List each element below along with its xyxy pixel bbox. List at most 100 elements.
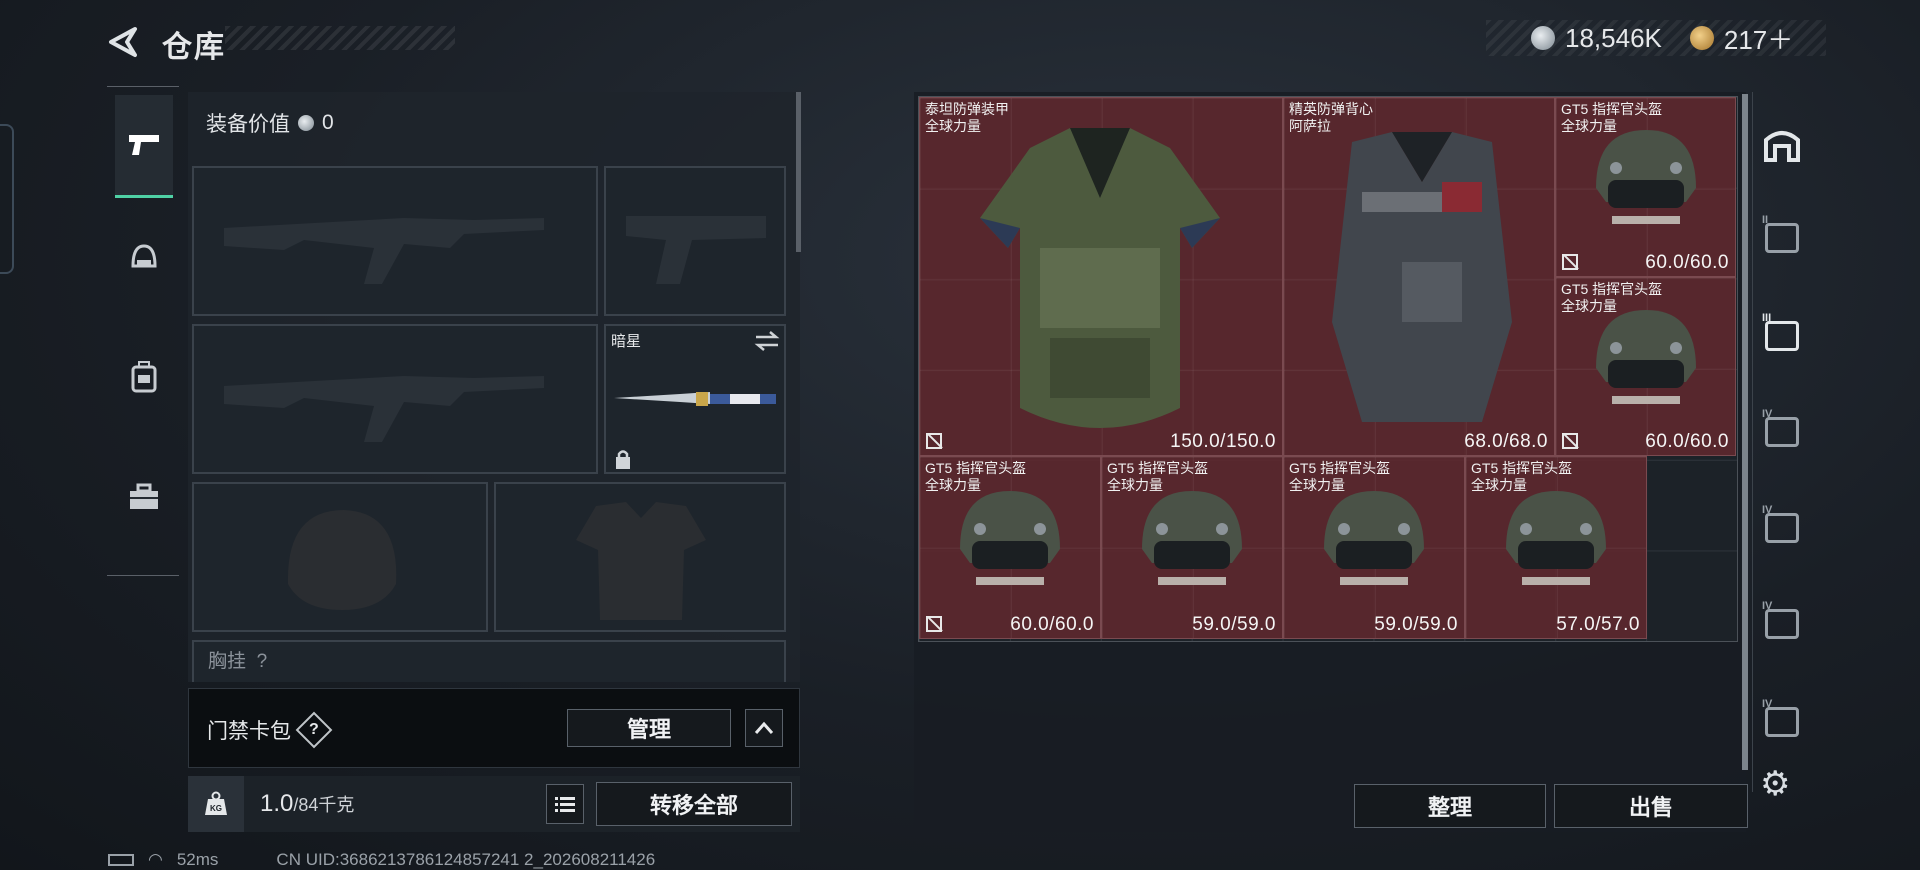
wifi-icon: ◠ [148,850,163,869]
chest-rig-slot[interactable]: 胸挂 ? [192,640,786,682]
storage-box-icon: III [1762,312,1799,351]
tab-helmets[interactable] [115,207,173,307]
silver-coin-icon [1531,26,1555,50]
item-durability: 59.0/59.0 [1192,614,1276,635]
helmet-silhouette-icon [287,510,397,610]
weight-bar: KG 1.0/84千克 转移全部 [188,776,800,832]
storage-box-icon: IV [1762,504,1799,543]
no-repair-icon [1562,254,1578,270]
item-name: GT5 指挥官头盔 全球力量 [1561,281,1663,314]
chevron-up-icon [754,721,774,734]
tactical-vest-icon [1332,132,1512,422]
tab-weapons[interactable] [115,95,173,198]
storage-item-gt5-helmet[interactable]: GT5 指挥官头盔 全球力量 59.0/59.0 [1101,456,1283,639]
item-name: GT5 指挥官头盔 全球力量 [1561,101,1663,134]
melee-slot[interactable]: 暗星 [604,324,786,474]
collapse-button[interactable] [745,709,783,747]
warehouse-icon [1764,131,1800,162]
item-durability: 60.0/60.0 [1645,431,1729,452]
helmet-icon [1596,130,1696,224]
storage-box-icon: IV [1762,600,1799,639]
helmet-icon [131,244,157,268]
secondary-weapon-slot[interactable] [604,166,786,316]
currency-bar: 18,546K 217＋ [1486,20,1826,56]
list-view-button[interactable] [546,784,584,824]
swap-icon[interactable] [754,330,780,352]
lock-icon [616,450,630,469]
storage-tab-3[interactable]: III [1760,312,1804,358]
storage-tab-5[interactable]: IV [1760,504,1804,550]
left-edge-handle [0,124,14,274]
item-durability: 59.0/59.0 [1374,614,1458,635]
list-icon [555,797,575,812]
pistol-icon [129,135,159,155]
knife-icon [614,392,776,406]
tab-toolbox[interactable] [115,447,173,547]
storage-scrollbar[interactable] [1742,94,1748,770]
silver-coin-icon [298,115,314,131]
storage-tab-7[interactable]: IV [1760,698,1804,744]
helmet-icon [1596,310,1696,404]
manage-button[interactable]: 管理 [567,709,731,747]
armor-vest-icon [980,128,1220,428]
storage-tab-6[interactable]: IV [1760,600,1804,646]
storage-item-titan-armor[interactable]: 泰坦防弹装甲 全球力量 150.0/150.0 [919,97,1283,456]
rifle-silhouette-icon [224,218,544,284]
tab-backpacks[interactable] [115,327,173,427]
storage-item-gt5-helmet[interactable]: GT5 指挥官头盔 全球力量 59.0/59.0 [1283,456,1465,639]
item-name: 精英防弹背心 阿萨拉 [1289,101,1373,134]
storage-item-gt5-helmet[interactable]: GT5 指挥官头盔 全球力量 60.0/60.0 [1555,277,1736,456]
kg-weight-icon: KG [188,776,244,832]
settings-gear-icon[interactable]: ⚙ [1760,764,1790,804]
sort-button[interactable]: 整理 [1354,784,1546,828]
loadout-panel: 装备价值 0 暗星 胸挂 ? [188,92,800,682]
helmet-slot[interactable] [192,482,488,632]
silver-amount: 18,546K [1565,22,1662,53]
rifle-silhouette-icon [224,376,544,442]
item-durability: 57.0/57.0 [1556,614,1640,635]
uid-text: CN UID:3686213786124857241 2_20260821142… [276,850,656,869]
helmet-icon [1324,491,1424,585]
battery-icon [108,854,134,866]
weight-current: 1.0 [260,790,294,817]
primary-weapon-slot[interactable] [192,166,598,316]
storage-item-gt5-helmet[interactable]: GT5 指挥官头盔 全球力量 60.0/60.0 [919,456,1101,639]
page-title: 仓库 [162,31,226,64]
item-durability: 60.0/60.0 [1010,614,1094,635]
title-stripe [225,26,455,50]
gold-amount[interactable]: 217＋ [1724,20,1793,57]
weight-readout: 1.0/84千克 [260,790,354,818]
storage-item-gt5-helmet[interactable]: GT5 指挥官头盔 全球力量 60.0/60.0 [1555,97,1736,277]
armor-slot[interactable] [494,482,786,632]
no-repair-icon [1562,433,1578,449]
svg-text:KG: KG [210,804,222,813]
sell-button[interactable]: 出售 [1554,784,1748,828]
category-tab-rail [107,86,179,576]
status-line: ◠ 52ms CN UID:3686213786124857241 2_2026… [108,850,655,870]
access-card-bar: 门禁卡包 ? 管理 [188,688,800,768]
helmet-icon [960,491,1060,585]
help-icon[interactable]: ? [295,711,333,749]
storage-item-gt5-helmet[interactable]: GT5 指挥官头盔 全球力量 57.0/57.0 [1465,456,1647,639]
storage-item-elite-vest[interactable]: 精英防弹背心 阿萨拉 68.0/68.0 [1283,97,1555,456]
access-card-label: 门禁卡包 [207,720,291,743]
melee-name: 暗星 [611,333,642,350]
item-name: GT5 指挥官头盔 全球力量 [1107,460,1209,493]
toolbox-icon [130,483,158,509]
storage-box-icon: IV [1762,698,1799,737]
storage-tab-2[interactable]: II [1760,214,1804,260]
access-card-label-group: 门禁卡包 ? [207,711,333,749]
back-arrow-icon[interactable] [104,22,144,62]
storage-box-icon: II [1762,214,1799,253]
tertiary-weapon-slot[interactable] [192,324,598,474]
storage-tab-4[interactable]: IV [1760,408,1804,454]
backpack-icon [131,361,157,393]
item-name: GT5 指挥官头盔 全球力量 [1289,460,1391,493]
transfer-all-button[interactable]: 转移全部 [596,782,792,826]
loadout-scrollbar[interactable] [796,92,801,252]
storage-tab-main[interactable] [1760,122,1804,166]
item-durability: 68.0/68.0 [1464,431,1548,452]
item-durability: 60.0/60.0 [1645,252,1729,273]
no-repair-icon [926,433,942,449]
pistol-silhouette-icon [626,216,766,284]
